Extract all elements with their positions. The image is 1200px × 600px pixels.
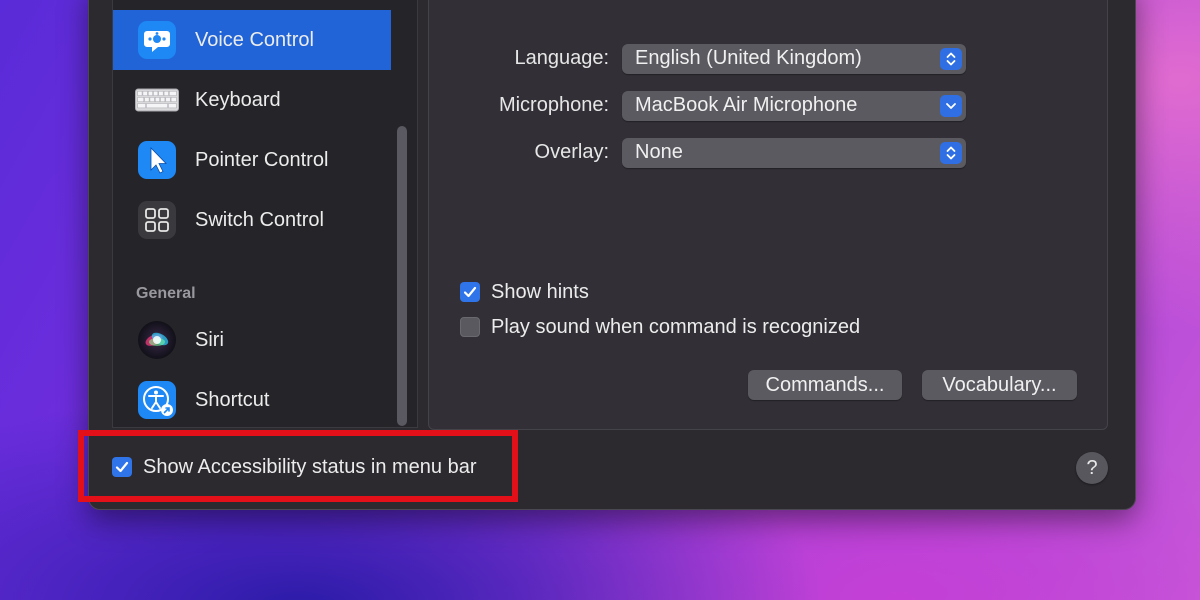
highlight-box	[78, 430, 518, 502]
checkmark-icon	[463, 286, 477, 298]
help-button[interactable]: ?	[1076, 452, 1108, 484]
sidebar-item-voice-control[interactable]: Voice Control	[113, 10, 391, 70]
sidebar-item-label: Pointer Control	[195, 148, 329, 171]
sidebar: Voice Control Keyboard Pointer Control S…	[112, 0, 418, 428]
sidebar-item-keyboard[interactable]: Keyboard	[113, 70, 391, 130]
siri-icon	[135, 318, 179, 362]
sidebar-item-siri[interactable]: Siri	[113, 310, 391, 370]
overlay-select[interactable]: None	[622, 138, 966, 168]
microphone-value: MacBook Air Microphone	[635, 94, 858, 116]
keyboard-icon	[135, 78, 179, 122]
accessibility-shortcut-icon	[135, 378, 179, 422]
language-value: English (United Kingdom)	[635, 47, 862, 69]
sidebar-item-pointer-control[interactable]: Pointer Control	[113, 130, 391, 190]
play-sound-label[interactable]: Play sound when command is recognized	[491, 316, 860, 339]
up-down-chevron-icon	[940, 48, 962, 70]
microphone-select[interactable]: MacBook Air Microphone	[622, 91, 966, 121]
sidebar-item-label: Voice Control	[195, 28, 314, 51]
pointer-control-icon	[135, 138, 179, 182]
sidebar-item-switch-control[interactable]: Switch Control	[113, 190, 391, 250]
overlay-label: Overlay:	[534, 141, 609, 163]
language-label: Language:	[514, 47, 609, 69]
play-sound-checkbox[interactable]	[460, 317, 480, 337]
commands-button[interactable]: Commands...	[748, 370, 902, 400]
voice-control-icon	[135, 18, 179, 62]
sidebar-item-label: Switch Control	[195, 208, 324, 231]
sidebar-item-label: Siri	[195, 328, 224, 351]
sidebar-item-label: Shortcut	[195, 388, 270, 411]
section-header-general: General	[136, 285, 196, 302]
vocabulary-button[interactable]: Vocabulary...	[922, 370, 1077, 400]
show-hints-checkbox[interactable]	[460, 282, 480, 302]
chevron-down-icon	[940, 95, 962, 117]
sidebar-item-shortcut[interactable]: Shortcut	[113, 370, 391, 430]
overlay-value: None	[635, 141, 683, 163]
switch-control-icon	[135, 198, 179, 242]
microphone-label: Microphone:	[498, 94, 609, 116]
up-down-chevron-icon	[940, 142, 962, 164]
sidebar-item-label: Keyboard	[195, 88, 281, 111]
language-select[interactable]: English (United Kingdom)	[622, 44, 966, 74]
sidebar-scrollbar[interactable]	[397, 126, 407, 426]
show-hints-label[interactable]: Show hints	[491, 281, 589, 304]
